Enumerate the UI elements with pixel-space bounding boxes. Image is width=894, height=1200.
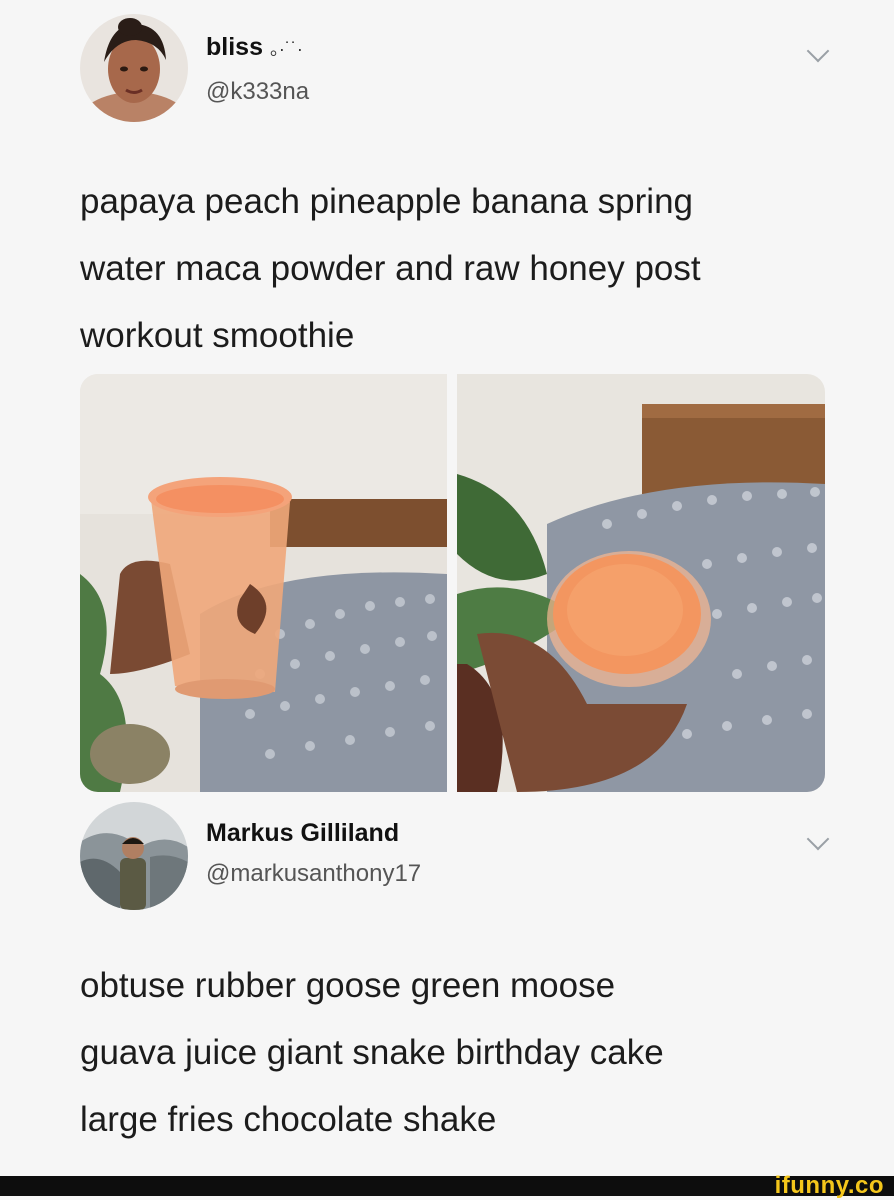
tweet-text: papaya peach pineapple banana spring wat… (80, 168, 860, 369)
display-name-text: bliss (206, 33, 263, 61)
user-handle[interactable]: @markusanthony17 (206, 860, 421, 888)
avatar[interactable] (80, 14, 188, 122)
display-name[interactable]: Markus Gilliland (206, 819, 399, 848)
chevron-down-icon[interactable] (806, 827, 830, 851)
tweet-text-line: papaya peach pineapple banana spring (80, 182, 694, 221)
reply: Markus Gilliland @markusanthony17 obtuse… (0, 800, 894, 1176)
tweet-text-line: water maca powder and raw honey post (80, 249, 701, 288)
photo-grid (80, 374, 825, 792)
avatar[interactable] (80, 802, 188, 910)
display-name-decoration: 。·˙˙· (269, 39, 303, 59)
display-name[interactable]: bliss 。·˙˙· (206, 33, 303, 62)
reply-text: obtuse rubber goose green moose guava ju… (80, 952, 860, 1153)
reply-text-line: large fries chocolate shake (80, 1100, 497, 1139)
smoothie-photo-right[interactable] (457, 374, 825, 792)
watermark-bar: ifunny.co (0, 1172, 894, 1199)
user-handle[interactable]: @k333na (206, 78, 309, 106)
chevron-down-icon[interactable] (806, 39, 830, 63)
tweet-text-line: workout smoothie (80, 316, 355, 355)
tweet: bliss 。·˙˙· @k333na papaya peach pineapp… (0, 0, 894, 800)
reply-text-line: guava juice giant snake birthday cake (80, 1033, 664, 1072)
smoothie-photo-left[interactable] (80, 374, 447, 792)
reply-text-line: obtuse rubber goose green moose (80, 966, 616, 1005)
